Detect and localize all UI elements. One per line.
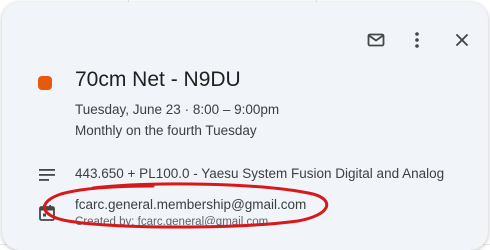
- description-icon: [39, 169, 55, 181]
- calendar-name: fcarc.general.membership@gmail.com: [75, 197, 307, 212]
- calendar-icon: [39, 205, 55, 221]
- more-vert-icon: [415, 32, 419, 48]
- created-by-text: Created by: fcarc.general@gmail.com: [75, 216, 269, 228]
- close-icon: [456, 34, 468, 46]
- close-button[interactable]: [448, 26, 476, 54]
- options-button[interactable]: [403, 26, 431, 54]
- event-datetime: Tuesday, June 23 · 8:00 – 9:00pm: [75, 102, 280, 117]
- event-color-swatch: [38, 76, 52, 90]
- event-description: 443.650 + PL100.0 - Yaesu System Fusion …: [75, 166, 445, 181]
- event-title: 70cm Net - N9DU: [75, 68, 241, 91]
- event-recurrence: Monthly on the fourth Tuesday: [75, 123, 257, 138]
- mail-icon: [367, 33, 385, 47]
- event-details-popover: 70cm Net - N9DU Tuesday, June 23 · 8:00 …: [2, 2, 488, 250]
- email-guests-button[interactable]: [362, 26, 390, 54]
